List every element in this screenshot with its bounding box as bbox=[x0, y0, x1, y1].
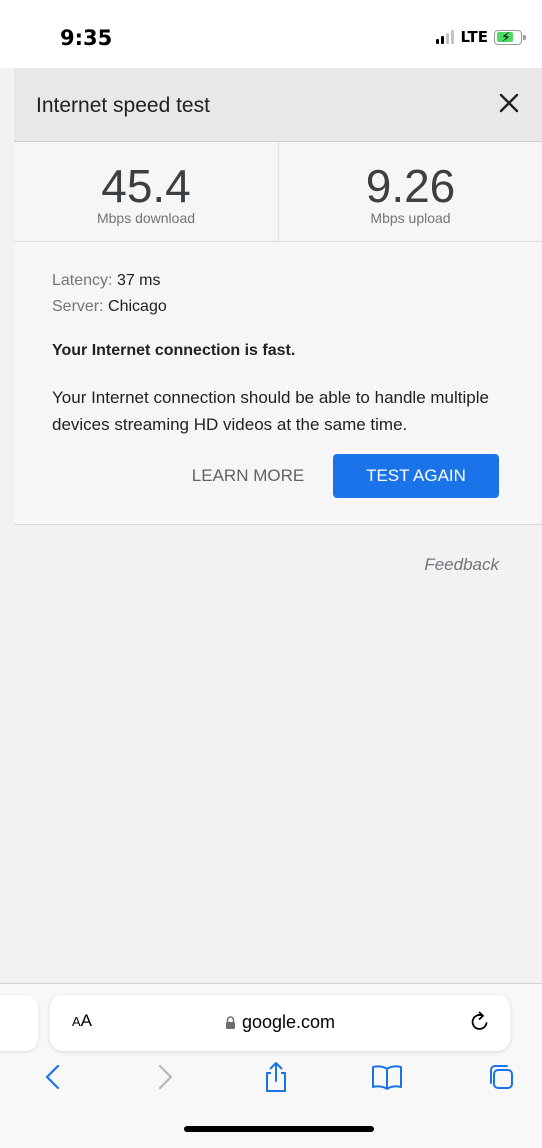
test-again-button[interactable]: TEST AGAIN bbox=[333, 454, 499, 498]
speed-results: 45.4 Mbps download 9.26 Mbps upload bbox=[14, 142, 542, 242]
connection-description: Your Internet connection should be able … bbox=[52, 388, 489, 434]
connection-verdict: Your Internet connection is fast. bbox=[52, 342, 296, 359]
chevron-left-icon bbox=[45, 1064, 60, 1090]
chevron-right-icon bbox=[158, 1064, 173, 1090]
page-title: Internet speed test bbox=[36, 94, 210, 117]
url-text: google.com bbox=[241, 1012, 336, 1032]
server-label: Server: bbox=[52, 298, 104, 315]
browser-toolbar: AA google.com bbox=[0, 983, 542, 1148]
latency-label: Latency: bbox=[52, 272, 113, 289]
reload-icon[interactable] bbox=[468, 1010, 492, 1034]
lock-icon bbox=[225, 1016, 235, 1029]
learn-more-button[interactable]: LEARN MORE bbox=[184, 454, 312, 498]
upload-result: 9.26 Mbps upload bbox=[278, 142, 542, 242]
cellular-signal-icon bbox=[436, 30, 455, 44]
status-time: 9:35 bbox=[60, 26, 113, 50]
previous-tab-address-bar[interactable] bbox=[0, 995, 38, 1051]
share-icon bbox=[266, 1062, 286, 1092]
feedback-link[interactable]: Feedback bbox=[424, 555, 499, 575]
close-icon bbox=[499, 93, 519, 113]
book-icon bbox=[372, 1065, 402, 1090]
result-details: Latency: 37 ms Server: Chicago Your Inte… bbox=[14, 242, 542, 525]
latency-line: Latency: 37 ms bbox=[52, 272, 161, 290]
server-line: Server: Chicago bbox=[52, 298, 167, 316]
address-bar[interactable]: AA google.com bbox=[50, 995, 510, 1051]
status-icons: LTE ⚡ bbox=[436, 26, 526, 48]
close-button[interactable] bbox=[494, 88, 524, 118]
download-result: 45.4 Mbps download bbox=[14, 142, 278, 242]
download-value: 45.4 bbox=[101, 160, 191, 212]
home-indicator[interactable] bbox=[184, 1126, 374, 1132]
latency-value: 37 ms bbox=[116, 272, 161, 289]
url-display[interactable]: google.com bbox=[50, 1012, 510, 1033]
speed-test-header: Internet speed test bbox=[14, 68, 542, 142]
upload-label: Mbps upload bbox=[370, 210, 451, 226]
back-button[interactable] bbox=[28, 1054, 78, 1100]
share-button[interactable] bbox=[251, 1054, 301, 1100]
server-value: Chicago bbox=[108, 298, 167, 315]
status-bar: 9:35 LTE ⚡ bbox=[0, 0, 542, 68]
forward-button[interactable] bbox=[140, 1054, 190, 1100]
network-type-label: LTE bbox=[460, 28, 488, 46]
tabs-icon bbox=[490, 1065, 513, 1089]
download-label: Mbps download bbox=[96, 210, 196, 226]
tabs-button[interactable] bbox=[476, 1054, 526, 1100]
bookmarks-button[interactable] bbox=[362, 1054, 412, 1100]
battery-charging-icon: ⚡ bbox=[494, 29, 526, 45]
upload-value: 9.26 bbox=[365, 160, 456, 212]
